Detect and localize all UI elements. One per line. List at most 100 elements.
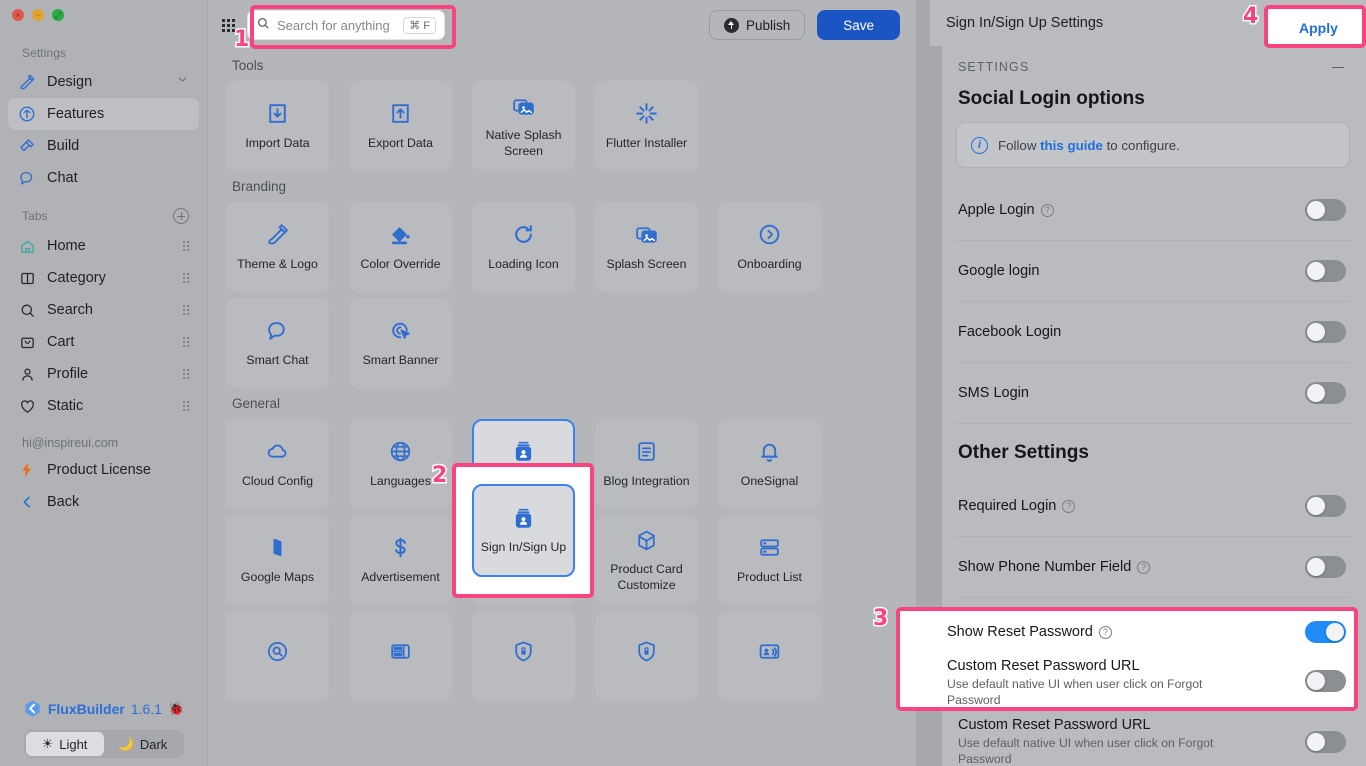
setting-row-google-login: Google login <box>956 241 1350 303</box>
sidebar-item-label: Back <box>47 494 80 510</box>
tile-smart-banner[interactable]: Smart Banner <box>349 298 452 388</box>
tile-blog-integration[interactable]: Blog Integration <box>595 419 698 509</box>
this-guide-link[interactable]: this guide <box>1040 138 1103 153</box>
apply-button-highlighted[interactable]: Apply <box>1283 13 1354 43</box>
settings-section-bar[interactable]: SETTINGS <box>956 46 1350 86</box>
list-rows-icon <box>757 535 783 561</box>
tile-flutter-installer[interactable]: Flutter Installer <box>595 81 698 171</box>
sidebar-item-profile[interactable]: Profile <box>8 358 199 390</box>
sidebar-item-category[interactable]: Category <box>8 262 199 294</box>
tile-loading-icon[interactable]: Loading Icon <box>472 202 575 292</box>
help-icon[interactable]: ? <box>1137 560 1151 574</box>
cart-bag-icon <box>18 333 36 351</box>
tile-partial-shield-lock-2[interactable] <box>595 611 698 701</box>
annotation-3-rows-overlay: Show Reset Password? Custom Reset Passwo… <box>945 612 1350 710</box>
app-window: × − ⤢ Settings Design Features Build Cha… <box>0 0 1366 766</box>
tile-label: Product Card Customize <box>610 562 683 592</box>
google-login-toggle[interactable] <box>1305 260 1346 283</box>
facebook-login-toggle[interactable] <box>1305 321 1346 344</box>
save-button[interactable]: Save <box>817 10 900 40</box>
sidebar-item-build[interactable]: Build <box>8 130 199 162</box>
tile-smart-chat[interactable]: Smart Chat <box>226 298 329 388</box>
help-icon[interactable]: ? <box>1040 203 1054 217</box>
tile-row-tools: Import Data Export Data Native Splash Sc… <box>226 81 902 171</box>
maximize-window-icon[interactable]: ⤢ <box>52 9 64 21</box>
tile-color-override[interactable]: Color Override <box>349 202 452 292</box>
theme-mode-toggle[interactable]: ☀ Light 🌙 Dark <box>23 730 184 758</box>
apple-login-toggle[interactable] <box>1305 199 1346 222</box>
publish-button[interactable]: Publish <box>708 10 806 40</box>
info-card-text: Follow this guide to configure. <box>998 138 1180 153</box>
tile-splash-screen[interactable]: Splash Screen <box>595 202 698 292</box>
drag-handle-icon[interactable] <box>183 241 189 251</box>
help-icon[interactable]: ? <box>1062 499 1076 513</box>
help-icon[interactable]: ? <box>1098 625 1112 639</box>
setting-label: Required Login? <box>958 498 1076 514</box>
custom-reset-password-url-toggle[interactable] <box>1305 670 1346 692</box>
custom-reset-password-url-toggle[interactable] <box>1305 731 1346 754</box>
moon-icon: 🌙 <box>117 736 134 751</box>
tile-export-data[interactable]: Export Data <box>349 81 452 171</box>
tile-google-maps[interactable]: Google Maps <box>226 515 329 605</box>
tile-label: Languages <box>370 473 431 488</box>
tile-partial-shield-lock-1[interactable] <box>472 611 575 701</box>
ladybug-icon[interactable]: 🐞 <box>168 701 184 717</box>
tile-cloud-config[interactable]: Cloud Config <box>226 419 329 509</box>
setting-row-custom-reset-password-url: Custom Reset Password URL Use default na… <box>956 709 1350 766</box>
setting-label: Custom Reset Password URL <box>947 658 1140 674</box>
sidebar-item-features[interactable]: Features <box>8 98 199 130</box>
close-window-icon[interactable]: × <box>12 9 24 21</box>
drag-handle-icon[interactable] <box>183 305 189 315</box>
tile-theme-and-logo[interactable]: Theme & Logo <box>226 202 329 292</box>
document-lines-icon <box>634 439 660 465</box>
search-input[interactable]: Search for anything ⌘ F <box>247 10 445 40</box>
tile-native-splash-screen[interactable]: Native Splash Screen <box>472 81 575 171</box>
tile-onboarding[interactable]: Onboarding <box>718 202 821 292</box>
sidebar-footer-links: hi@inspireui.com Product License Back <box>0 430 207 518</box>
sidebar-item-chat[interactable]: Chat <box>8 162 199 194</box>
show-reset-password-toggle[interactable] <box>1305 621 1346 643</box>
annotation-number-1: 1 <box>232 26 250 54</box>
theme-option-light[interactable]: ☀ Light <box>25 732 104 756</box>
sidebar-item-static[interactable]: Static <box>8 390 199 422</box>
drag-handle-icon[interactable] <box>183 369 189 379</box>
tile-partial-search[interactable] <box>226 611 329 701</box>
tile-advertisement[interactable]: Advertisement <box>349 515 452 605</box>
plus-circle-icon[interactable] <box>173 208 189 224</box>
minimize-window-icon[interactable]: − <box>32 9 44 21</box>
tile-partial-layout[interactable] <box>349 611 452 701</box>
tile-product-list[interactable]: Product List <box>718 515 821 605</box>
sidebar-item-label: Build <box>47 138 80 154</box>
globe-icon <box>388 439 414 465</box>
annotation-4-apply-overlay: Apply <box>1283 13 1354 43</box>
tile-label: Blog Integration <box>603 473 690 488</box>
tile-onesignal[interactable]: OneSignal <box>718 419 821 509</box>
lightning-bolt-icon <box>18 461 36 479</box>
minus-icon[interactable] <box>1332 66 1344 69</box>
tile-partial-contact-card[interactable] <box>718 611 821 701</box>
drag-handle-icon[interactable] <box>183 337 189 347</box>
sidebar-item-label: Design <box>47 74 93 90</box>
window-traffic-lights: × − ⤢ <box>0 0 207 32</box>
tile-import-data[interactable]: Import Data <box>226 81 329 171</box>
theme-option-dark[interactable]: 🌙 Dark <box>104 732 182 756</box>
setting-label: Facebook Login <box>958 324 1062 341</box>
sidebar-item-back[interactable]: Back <box>8 486 199 518</box>
sms-login-toggle[interactable] <box>1305 382 1346 405</box>
drag-handle-icon[interactable] <box>183 401 189 411</box>
panel-scrollbar[interactable] <box>930 46 942 766</box>
tile-sign-in-sign-up-highlighted[interactable]: Sign In/Sign Up <box>472 484 575 577</box>
annotation-number-2: 2 <box>430 462 448 490</box>
required-login-toggle[interactable] <box>1305 495 1346 518</box>
sidebar-item-design[interactable]: Design <box>8 66 199 98</box>
tile-product-card-customize[interactable]: Product Card Customize <box>595 515 698 605</box>
cloud-icon <box>265 439 291 465</box>
sidebar-item-product-license[interactable]: Product License <box>8 454 199 486</box>
sidebar-item-home[interactable]: Home <box>8 230 199 262</box>
settings-section-label: SETTINGS <box>958 60 1030 75</box>
sidebar-item-cart[interactable]: Cart <box>8 326 199 358</box>
drag-handle-icon[interactable] <box>183 273 189 283</box>
sidebar-item-search[interactable]: Search <box>8 294 199 326</box>
show-phone-number-field-toggle[interactable] <box>1305 556 1346 579</box>
toggle-knob <box>1326 623 1344 641</box>
